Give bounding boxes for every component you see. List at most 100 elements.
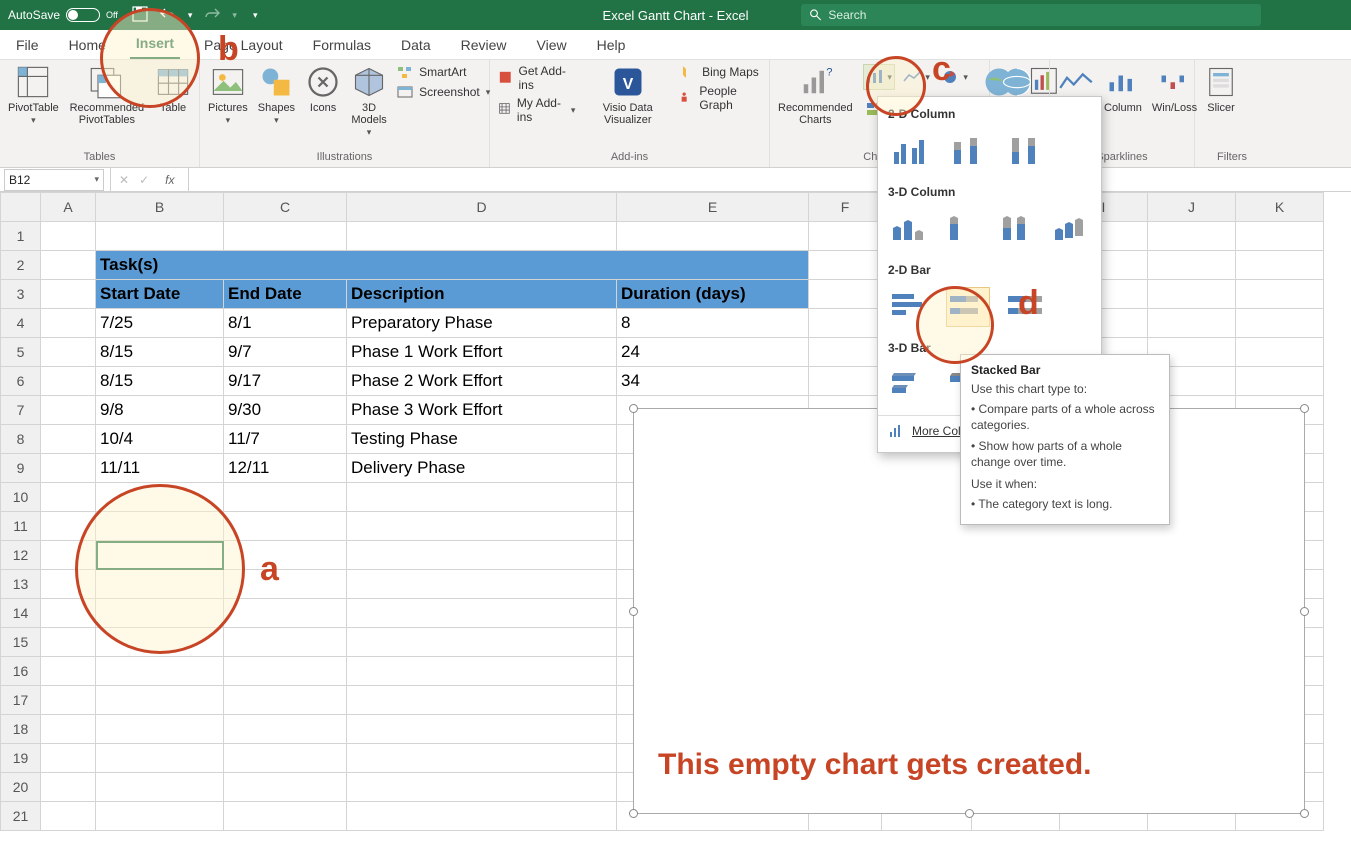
cell-A20[interactable] xyxy=(41,773,96,802)
row-header-20[interactable]: 20 xyxy=(1,773,41,802)
3d-clustered-bar-option[interactable] xyxy=(888,365,932,405)
cell-A21[interactable] xyxy=(41,802,96,831)
cell-F3[interactable] xyxy=(809,280,882,309)
3d-clustered-column-option[interactable] xyxy=(888,209,928,249)
cell-D1[interactable] xyxy=(347,222,617,251)
cell-F2[interactable] xyxy=(809,251,882,280)
row-header-11[interactable]: 11 xyxy=(1,512,41,541)
cell-J4[interactable] xyxy=(1148,309,1236,338)
cell-B11[interactable] xyxy=(96,512,224,541)
table-button[interactable]: Table xyxy=(155,64,191,114)
people-graph-button[interactable]: People Graph xyxy=(680,84,761,112)
search-box[interactable] xyxy=(801,4,1261,26)
cell-A3[interactable] xyxy=(41,280,96,309)
cell-E4[interactable]: 8 xyxy=(617,309,809,338)
cell-D15[interactable] xyxy=(347,628,617,657)
cell-A2[interactable] xyxy=(41,251,96,280)
tab-data[interactable]: Data xyxy=(395,33,437,59)
cell-C11[interactable] xyxy=(224,512,347,541)
cell-D4[interactable]: Preparatory Phase xyxy=(347,309,617,338)
cell-F4[interactable] xyxy=(809,309,882,338)
row-header-15[interactable]: 15 xyxy=(1,628,41,657)
search-input[interactable] xyxy=(828,8,1253,22)
tab-insert[interactable]: Insert xyxy=(130,31,180,59)
undo-dropdown-icon[interactable]: ▾ xyxy=(188,10,193,21)
cell-C19[interactable] xyxy=(224,744,347,773)
cell-C17[interactable] xyxy=(224,686,347,715)
clustered-bar-option[interactable] xyxy=(888,287,932,327)
col-header-B[interactable]: B xyxy=(96,193,224,222)
cell-C21[interactable] xyxy=(224,802,347,831)
rec-pivottables-button[interactable]: Recommended PivotTables xyxy=(69,64,145,126)
row-header-4[interactable]: 4 xyxy=(1,309,41,338)
cell-A19[interactable] xyxy=(41,744,96,773)
resize-handle[interactable] xyxy=(1300,607,1309,616)
sparkline-winloss-button[interactable]: Win/Loss xyxy=(1152,64,1197,114)
cell-D7[interactable]: Phase 3 Work Effort xyxy=(347,396,617,425)
cell-A12[interactable] xyxy=(41,541,96,570)
cell-A18[interactable] xyxy=(41,715,96,744)
cell-C10[interactable] xyxy=(224,483,347,512)
cell-C1[interactable] xyxy=(224,222,347,251)
stacked-bar-option[interactable] xyxy=(946,287,990,327)
tab-help[interactable]: Help xyxy=(591,33,632,59)
cell-D12[interactable] xyxy=(347,541,617,570)
cell-B15[interactable] xyxy=(96,628,224,657)
cell-D8[interactable]: Testing Phase xyxy=(347,425,617,454)
cell-C5[interactable]: 9/7 xyxy=(224,338,347,367)
cell-C8[interactable]: 11/7 xyxy=(224,425,347,454)
cell-E5[interactable]: 24 xyxy=(617,338,809,367)
100-stacked-column-option[interactable] xyxy=(1004,131,1048,171)
resize-handle[interactable] xyxy=(965,809,974,818)
row-header-9[interactable]: 9 xyxy=(1,454,41,483)
cell-A15[interactable] xyxy=(41,628,96,657)
cell-E6[interactable]: 34 xyxy=(617,367,809,396)
cell-C9[interactable]: 12/11 xyxy=(224,454,347,483)
cell-F6[interactable] xyxy=(809,367,882,396)
cell-B17[interactable] xyxy=(96,686,224,715)
qat-customize-icon[interactable]: ▾ xyxy=(253,10,258,21)
cell-A4[interactable] xyxy=(41,309,96,338)
cell-C18[interactable] xyxy=(224,715,347,744)
cell-B10[interactable] xyxy=(96,483,224,512)
resize-handle[interactable] xyxy=(1300,809,1309,818)
row-header-5[interactable]: 5 xyxy=(1,338,41,367)
row-header-1[interactable]: 1 xyxy=(1,222,41,251)
cell-A6[interactable] xyxy=(41,367,96,396)
cell-K4[interactable] xyxy=(1236,309,1324,338)
cell-C20[interactable] xyxy=(224,773,347,802)
cell-C16[interactable] xyxy=(224,657,347,686)
cell-B9[interactable]: 11/11 xyxy=(96,454,224,483)
my-addins-button[interactable]: My Add-ins ▾ xyxy=(498,96,575,124)
tab-review[interactable]: Review xyxy=(455,33,513,59)
cell-B19[interactable] xyxy=(96,744,224,773)
cell-B20[interactable] xyxy=(96,773,224,802)
line-chart-button[interactable]: ▾ xyxy=(901,64,933,90)
cell-C15[interactable] xyxy=(224,628,347,657)
row-header-19[interactable]: 19 xyxy=(1,744,41,773)
cell-K1[interactable] xyxy=(1236,222,1324,251)
cell-C12[interactable] xyxy=(224,541,347,570)
col-header-A[interactable]: A xyxy=(41,193,96,222)
cell-K5[interactable] xyxy=(1236,338,1324,367)
row-header-13[interactable]: 13 xyxy=(1,570,41,599)
row-header-2[interactable]: 2 xyxy=(1,251,41,280)
cell-A9[interactable] xyxy=(41,454,96,483)
row-header-10[interactable]: 10 xyxy=(1,483,41,512)
stacked-column-option[interactable] xyxy=(946,131,990,171)
pivottable-button[interactable]: PivotTable▾ xyxy=(8,64,59,126)
row-header-8[interactable]: 8 xyxy=(1,425,41,454)
3d-100-stacked-column-option[interactable] xyxy=(997,209,1037,249)
sparkline-column-button[interactable]: Column xyxy=(1104,64,1142,114)
screenshot-button[interactable]: Screenshot ▾ xyxy=(397,84,490,100)
smartart-button[interactable]: SmartArt xyxy=(397,64,490,80)
row-header-12[interactable]: 12 xyxy=(1,541,41,570)
cell-A13[interactable] xyxy=(41,570,96,599)
cell-D13[interactable] xyxy=(347,570,617,599)
cell-D6[interactable]: Phase 2 Work Effort xyxy=(347,367,617,396)
cell-B8[interactable]: 10/4 xyxy=(96,425,224,454)
col-header-E[interactable]: E xyxy=(617,193,809,222)
cell-D18[interactable] xyxy=(347,715,617,744)
undo-icon[interactable] xyxy=(160,6,176,25)
row-header-18[interactable]: 18 xyxy=(1,715,41,744)
